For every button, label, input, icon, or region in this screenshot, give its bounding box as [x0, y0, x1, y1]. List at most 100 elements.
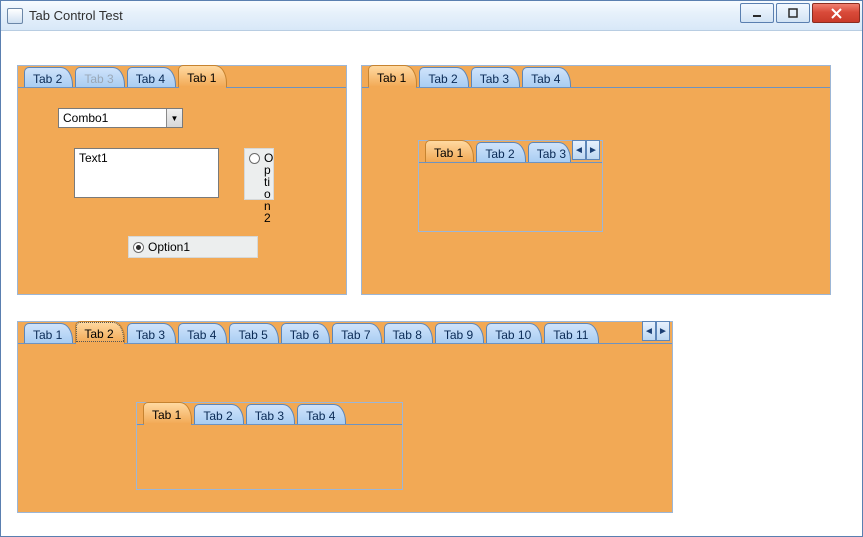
panel-c-tab-3[interactable]: Tab 3 — [127, 323, 176, 343]
panel-a-tab-4[interactable]: Tab 4 — [127, 67, 176, 87]
panel-c-tab-11[interactable]: Tab 11 — [544, 323, 599, 343]
radio-label: Option1 — [148, 240, 190, 254]
panel-c-tab-2[interactable]: Tab 2 — [75, 321, 124, 343]
panel-b-body: Tab 1 Tab 2 Tab 3 ◄ ► — [362, 87, 830, 294]
panel-c-body: Tab 1 Tab 2 Tab 3 Tab 4 — [18, 343, 672, 512]
tab-label: Tab 1 — [434, 146, 463, 160]
panel-b-inner-body — [419, 162, 602, 231]
tab-label: Tab 1 — [152, 408, 181, 422]
tab-label: Tab 4 — [136, 72, 165, 86]
panel-c-tab-5[interactable]: Tab 5 — [229, 323, 278, 343]
tab-label: Tab 10 — [495, 328, 531, 342]
panel-c-scrollers: ◄ ► — [642, 321, 670, 341]
panel-a-tab-1[interactable]: Tab 1 — [178, 65, 227, 87]
c-inner-tab-4[interactable]: Tab 4 — [297, 404, 346, 424]
chevron-right-icon: ► — [658, 326, 668, 337]
chevron-down-icon: ▼ — [166, 109, 182, 127]
tab-label: Tab 2 — [428, 72, 457, 86]
panel-a-body: Combo1 ▼ Text1 Option2 Option1 — [18, 87, 346, 294]
scroll-right-button[interactable]: ► — [586, 140, 600, 160]
panel-c-tab-4[interactable]: Tab 4 — [178, 323, 227, 343]
panel-c-tab-8[interactable]: Tab 8 — [384, 323, 433, 343]
tab-label: Tab 6 — [290, 328, 319, 342]
tab-label: Tab 3 — [255, 409, 284, 423]
panel-c-tabstrip: Tab 1 Tab 2 Tab 3 Tab 4 Tab 5 Tab 6 Tab … — [18, 321, 672, 343]
chevron-right-icon: ► — [588, 145, 598, 156]
panel-c-inner-body — [137, 424, 402, 489]
c-inner-tab-3[interactable]: Tab 3 — [246, 404, 295, 424]
c-inner-tab-1[interactable]: Tab 1 — [143, 402, 192, 424]
inner-scrollers: ◄ ► — [572, 140, 600, 160]
panel-b-tab-3[interactable]: Tab 3 — [471, 67, 520, 87]
maximize-icon — [788, 8, 798, 18]
panel-c-tab-6[interactable]: Tab 6 — [281, 323, 330, 343]
app-icon — [7, 8, 23, 24]
panel-c-tab-7[interactable]: Tab 7 — [332, 323, 381, 343]
radio-icon — [133, 242, 144, 253]
c-inner-tab-2[interactable]: Tab 2 — [194, 404, 243, 424]
panel-c-tab-1[interactable]: Tab 1 — [24, 323, 73, 343]
panel-b-inner: Tab 1 Tab 2 Tab 3 ◄ ► — [418, 140, 603, 232]
chevron-left-icon: ◄ — [574, 145, 584, 156]
scroll-left-button[interactable]: ◄ — [572, 140, 586, 160]
tab-label: Tab 11 — [553, 328, 588, 342]
tab-label: Tab 7 — [341, 328, 370, 342]
tab-label: Tab 3 — [84, 72, 113, 86]
minimize-icon — [752, 8, 762, 18]
tab-label: Tab 4 — [187, 328, 216, 342]
tab-label: Tab 5 — [238, 328, 267, 342]
tab-label: Tab 2 — [33, 72, 62, 86]
app-window: Tab Control Test Tab 2 Tab 3 Tab 4 Tab 1 — [0, 0, 863, 537]
maximize-button[interactable] — [776, 3, 810, 23]
tab-label: Tab 1 — [33, 328, 62, 342]
scroll-right-button[interactable]: ► — [656, 321, 670, 341]
tab-label: Tab 2 — [84, 327, 113, 341]
textbox-value: Text1 — [79, 151, 108, 165]
combo-value: Combo1 — [63, 111, 108, 125]
titlebar: Tab Control Test — [1, 1, 862, 31]
panel-b-tab-1[interactable]: Tab 1 — [368, 65, 417, 87]
tab-label: Tab 8 — [393, 328, 422, 342]
text1-input[interactable]: Text1 — [74, 148, 219, 198]
tab-label: Tab 3 — [136, 328, 165, 342]
tab-label: Tab 1 — [377, 71, 406, 85]
tab-label: Tab 2 — [485, 147, 514, 161]
option1-radio[interactable]: Option1 — [128, 236, 258, 258]
panel-b: Tab 1 Tab 2 Tab 3 Tab 4 Tab 1 Tab 2 Tab … — [361, 65, 831, 295]
client-area: Tab 2 Tab 3 Tab 4 Tab 1 Combo1 ▼ Text1 O… — [1, 31, 862, 536]
inner-tab-3[interactable]: Tab 3 — [528, 142, 571, 162]
panel-c-tab-9[interactable]: Tab 9 — [435, 323, 484, 343]
panel-c-inner: Tab 1 Tab 2 Tab 3 Tab 4 — [136, 402, 403, 490]
tab-label: Tab 3 — [537, 147, 566, 161]
panel-b-tab-2[interactable]: Tab 2 — [419, 67, 468, 87]
window-title: Tab Control Test — [29, 8, 123, 23]
option2-radio[interactable]: Option2 — [244, 148, 274, 200]
panel-a-tabstrip: Tab 2 Tab 3 Tab 4 Tab 1 — [18, 65, 346, 87]
panel-c: Tab 1 Tab 2 Tab 3 Tab 4 Tab 5 Tab 6 Tab … — [17, 321, 673, 513]
panel-a: Tab 2 Tab 3 Tab 4 Tab 1 Combo1 ▼ Text1 O… — [17, 65, 347, 295]
inner-tab-2[interactable]: Tab 2 — [476, 142, 525, 162]
combo1[interactable]: Combo1 ▼ — [58, 108, 183, 128]
panel-a-tab-3[interactable]: Tab 3 — [75, 67, 124, 87]
tab-label: Tab 1 — [187, 71, 216, 85]
chevron-left-icon: ◄ — [644, 326, 654, 337]
radio-icon — [249, 153, 260, 164]
panel-b-tab-4[interactable]: Tab 4 — [522, 67, 571, 87]
tab-label: Tab 3 — [480, 72, 509, 86]
panel-b-tabstrip: Tab 1 Tab 2 Tab 3 Tab 4 — [362, 65, 830, 87]
tab-label: Tab 4 — [306, 409, 335, 423]
panel-a-tab-2[interactable]: Tab 2 — [24, 67, 73, 87]
scroll-left-button[interactable]: ◄ — [642, 321, 656, 341]
radio-label: Option2 — [264, 152, 273, 224]
inner-tab-1[interactable]: Tab 1 — [425, 140, 474, 162]
tab-label: Tab 4 — [531, 72, 560, 86]
panel-c-tab-10[interactable]: Tab 10 — [486, 323, 542, 343]
panel-b-inner-tabstrip: Tab 1 Tab 2 Tab 3 ◄ ► — [419, 140, 602, 162]
close-button[interactable] — [812, 3, 860, 23]
minimize-button[interactable] — [740, 3, 774, 23]
close-icon — [831, 8, 842, 19]
window-buttons — [738, 3, 860, 23]
tab-label: Tab 2 — [203, 409, 232, 423]
tab-label: Tab 9 — [444, 328, 473, 342]
panel-c-inner-tabstrip: Tab 1 Tab 2 Tab 3 Tab 4 — [137, 402, 402, 424]
